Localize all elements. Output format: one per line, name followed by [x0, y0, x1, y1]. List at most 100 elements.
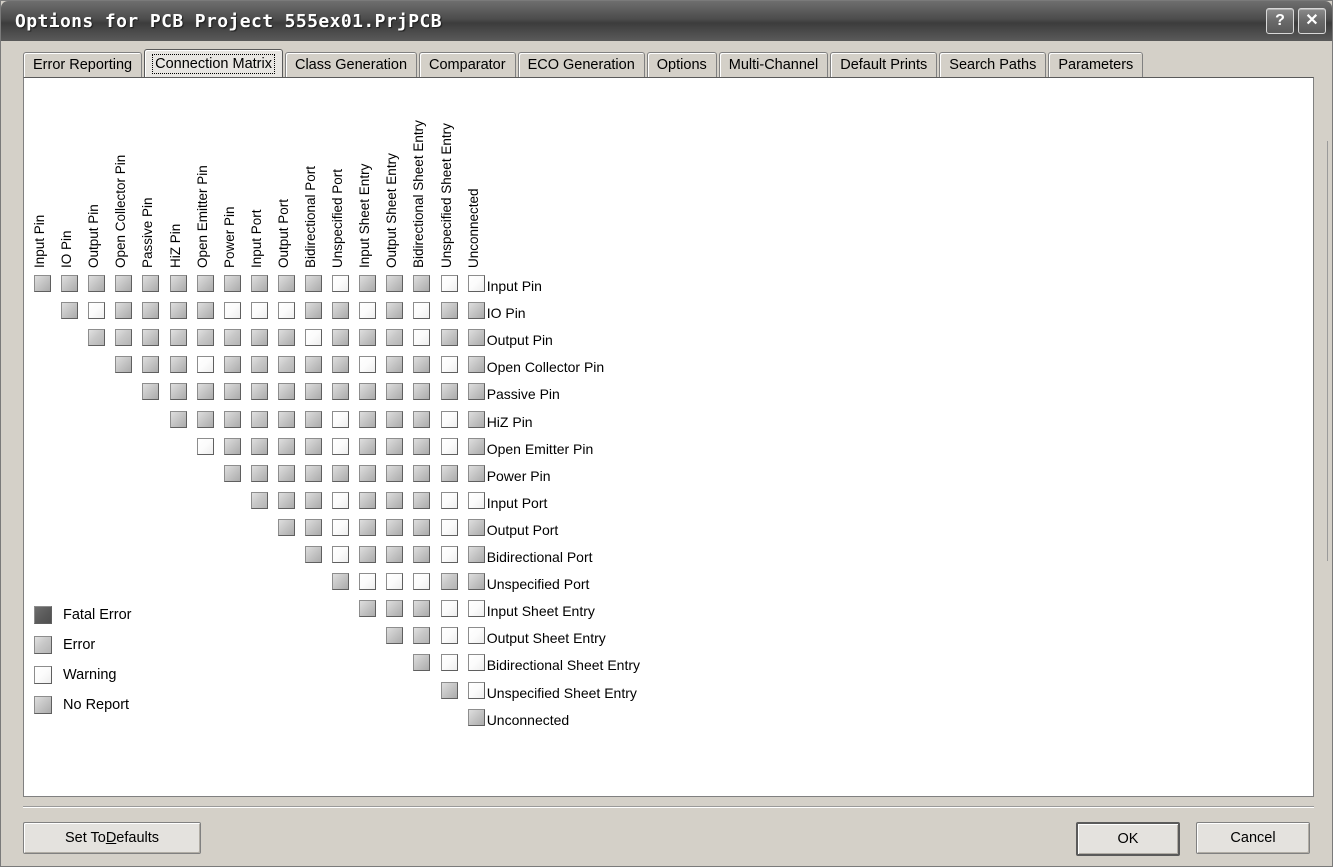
matrix-cell[interactable] [440, 383, 458, 401]
matrix-cell[interactable] [88, 275, 106, 292]
matrix-cell[interactable] [277, 518, 295, 536]
matrix-cell[interactable] [386, 302, 404, 320]
matrix-cell[interactable] [440, 464, 458, 482]
matrix-cell[interactable] [277, 383, 295, 401]
matrix-cell[interactable] [332, 437, 350, 455]
matrix-cell[interactable] [169, 410, 187, 428]
matrix-cell[interactable] [332, 546, 350, 563]
matrix-cell[interactable] [142, 329, 160, 347]
tab-default-prints[interactable]: Default Prints [830, 52, 938, 77]
matrix-cell[interactable] [169, 383, 187, 401]
matrix-cell[interactable] [305, 464, 322, 482]
tab-error-reporting[interactable]: Error Reporting [23, 52, 143, 77]
matrix-cell[interactable] [305, 383, 322, 401]
matrix-cell[interactable] [359, 491, 377, 509]
matrix-cell[interactable] [386, 275, 404, 292]
matrix-cell[interactable] [467, 383, 485, 401]
matrix-cell[interactable] [413, 546, 431, 563]
matrix-cell[interactable] [61, 275, 79, 292]
matrix-cell[interactable] [223, 302, 241, 320]
matrix-cell[interactable] [88, 302, 106, 320]
matrix-cell[interactable] [305, 437, 322, 455]
matrix-cell[interactable] [223, 464, 241, 482]
matrix-cell[interactable] [386, 329, 404, 347]
matrix-cell[interactable] [250, 410, 268, 428]
matrix-cell[interactable] [386, 410, 404, 428]
matrix-cell[interactable] [88, 329, 106, 347]
matrix-cell[interactable] [277, 410, 295, 428]
matrix-cell[interactable] [115, 302, 133, 320]
set-to-defaults-button[interactable]: Set To Defaults [23, 822, 201, 854]
matrix-cell[interactable] [142, 383, 160, 401]
matrix-cell[interactable] [196, 437, 214, 455]
matrix-cell[interactable] [359, 546, 377, 563]
matrix-cell[interactable] [332, 356, 350, 374]
matrix-cell[interactable] [386, 383, 404, 401]
matrix-cell[interactable] [359, 356, 377, 374]
matrix-cell[interactable] [359, 329, 377, 347]
matrix-cell[interactable] [467, 681, 485, 699]
matrix-cell[interactable] [196, 329, 214, 347]
matrix-cell[interactable] [332, 464, 350, 482]
matrix-cell[interactable] [305, 329, 322, 347]
matrix-cell[interactable] [440, 600, 458, 618]
matrix-cell[interactable] [386, 546, 404, 563]
matrix-cell[interactable] [250, 437, 268, 455]
matrix-cell[interactable] [467, 410, 485, 428]
matrix-cell[interactable] [223, 383, 241, 401]
matrix-cell[interactable] [467, 518, 485, 536]
matrix-cell[interactable] [332, 518, 350, 536]
matrix-cell[interactable] [223, 356, 241, 374]
matrix-cell[interactable] [467, 329, 485, 347]
matrix-cell[interactable] [305, 275, 322, 292]
matrix-cell[interactable] [359, 410, 377, 428]
matrix-cell[interactable] [223, 410, 241, 428]
matrix-cell[interactable] [305, 546, 322, 563]
matrix-cell[interactable] [277, 437, 295, 455]
matrix-cell[interactable] [440, 573, 458, 591]
matrix-cell[interactable] [277, 302, 295, 320]
matrix-cell[interactable] [413, 491, 431, 509]
matrix-cell[interactable] [332, 383, 350, 401]
matrix-cell[interactable] [386, 518, 404, 536]
matrix-cell[interactable] [115, 275, 133, 292]
matrix-cell[interactable] [440, 681, 458, 699]
matrix-cell[interactable] [440, 302, 458, 320]
matrix-cell[interactable] [467, 356, 485, 374]
matrix-cell[interactable] [467, 627, 485, 645]
matrix-cell[interactable] [250, 356, 268, 374]
matrix-cell[interactable] [196, 410, 214, 428]
matrix-cell[interactable] [359, 275, 377, 292]
tab-search-paths[interactable]: Search Paths [939, 52, 1047, 77]
matrix-cell[interactable] [359, 302, 377, 320]
matrix-cell[interactable] [467, 600, 485, 618]
matrix-cell[interactable] [277, 464, 295, 482]
matrix-cell[interactable] [305, 302, 322, 320]
matrix-cell[interactable] [277, 329, 295, 347]
matrix-cell[interactable] [440, 275, 458, 292]
matrix-cell[interactable] [359, 600, 377, 618]
matrix-cell[interactable] [413, 518, 431, 536]
matrix-cell[interactable] [359, 464, 377, 482]
matrix-cell[interactable] [386, 437, 404, 455]
title-bar[interactable]: Options for PCB Project 555ex01.PrjPCB ?… [1, 1, 1332, 41]
matrix-cell[interactable] [250, 275, 268, 292]
matrix-cell[interactable] [250, 464, 268, 482]
matrix-cell[interactable] [196, 383, 214, 401]
matrix-cell[interactable] [305, 491, 322, 509]
matrix-cell[interactable] [332, 329, 350, 347]
matrix-cell[interactable] [34, 275, 51, 292]
tab-multi-channel[interactable]: Multi-Channel [718, 52, 829, 77]
matrix-cell[interactable] [332, 491, 350, 509]
matrix-cell[interactable] [467, 464, 485, 482]
matrix-cell[interactable] [467, 491, 485, 509]
matrix-cell[interactable] [413, 302, 431, 320]
tab-comparator[interactable]: Comparator [419, 52, 516, 77]
matrix-cell[interactable] [467, 546, 485, 563]
matrix-cell[interactable] [196, 275, 214, 292]
matrix-cell[interactable] [467, 654, 485, 672]
help-icon[interactable]: ? [1266, 8, 1294, 34]
tab-eco-generation[interactable]: ECO Generation [517, 52, 645, 77]
ok-button[interactable]: OK [1076, 822, 1180, 856]
tab-class-generation[interactable]: Class Generation [284, 52, 418, 77]
